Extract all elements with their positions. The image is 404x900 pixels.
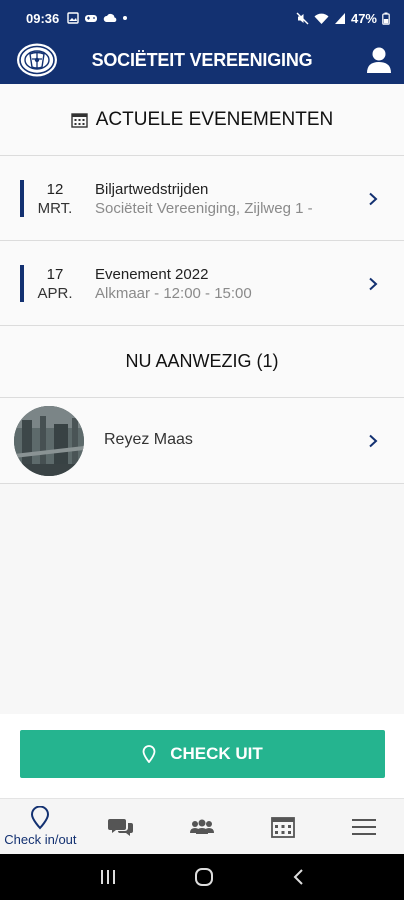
wifi-icon [314, 13, 329, 24]
tab-chat[interactable] [81, 799, 162, 854]
mute-icon [296, 12, 309, 24]
event-info: Biljartwedstrijden Sociëteit Vereeniging… [95, 180, 357, 218]
avatar [14, 406, 84, 476]
person-row[interactable]: Reyez Maas [0, 398, 404, 484]
system-nav-bar [0, 854, 404, 900]
calendar-icon [71, 112, 88, 128]
chevron-right-icon [369, 192, 378, 206]
event-name: Evenement 2022 [95, 266, 209, 283]
chevron-right-icon [369, 277, 378, 291]
event-row[interactable]: 17 APR. Evenement 2022 Alkmaar - 12:00 -… [0, 241, 404, 326]
chat-icon [108, 818, 134, 836]
tab-menu[interactable] [323, 799, 404, 854]
club-logo[interactable] [16, 42, 58, 78]
gallery-icon [67, 12, 79, 24]
location-pin-icon [31, 806, 50, 830]
signal-icon [334, 12, 345, 24]
gamepad-icon [85, 15, 98, 22]
main-content: ACTUELE EVENEMENTEN 12 MRT. Biljartwedst… [0, 84, 404, 714]
status-time: 09:36 [26, 10, 60, 26]
event-accent-bar [20, 265, 24, 302]
tab-check-in-out[interactable]: Check in/out [0, 799, 81, 854]
location-pin-icon [142, 745, 156, 763]
event-date: 17 APR. [32, 265, 78, 303]
checkout-area: CHECK UIT [0, 714, 404, 798]
profile-icon[interactable] [366, 46, 392, 74]
tab-calendar[interactable] [242, 799, 323, 854]
home-icon[interactable] [194, 867, 214, 887]
tab-members[interactable] [162, 799, 243, 854]
bottom-tab-bar: Check in/out [0, 798, 404, 854]
event-row[interactable]: 12 MRT. Biljartwedstrijden Sociëteit Ver… [0, 156, 404, 241]
app-header: SOCIËTEIT VEREENIGING [0, 36, 404, 84]
events-section-heading: ACTUELE EVENEMENTEN [0, 84, 404, 156]
events-heading-label: ACTUELE EVENEMENTEN [95, 108, 334, 130]
event-day: 12 [46, 181, 64, 198]
event-detail: Sociëteit Vereeniging, Zijlweg 1 - [95, 200, 313, 217]
members-icon [189, 819, 214, 834]
status-bar: 09:36 47% [0, 0, 404, 36]
present-section-heading: NU AANWEZIG (1) [0, 326, 404, 398]
event-name: Biljartwedstrijden [95, 181, 209, 198]
tab-label: Check in/out [4, 832, 77, 847]
recent-apps-icon[interactable] [99, 869, 117, 885]
checkout-button[interactable]: CHECK UIT [20, 730, 385, 778]
dot-icon [123, 16, 128, 20]
event-month: MRT. [37, 200, 73, 217]
status-notification-icons [67, 12, 128, 24]
person-name: Reyez Maas [104, 431, 193, 448]
menu-icon [351, 818, 376, 835]
cloud-icon [103, 13, 117, 22]
event-month: APR. [37, 285, 73, 302]
event-detail: Alkmaar - 12:00 - 15:00 [95, 285, 252, 302]
event-date: 12 MRT. [32, 180, 78, 218]
battery-percent: 47% [350, 10, 377, 26]
event-day: 17 [46, 266, 64, 283]
back-icon[interactable] [291, 868, 305, 886]
checkout-label: CHECK UIT [170, 744, 263, 763]
event-info: Evenement 2022 Alkmaar - 12:00 - 15:00 [95, 265, 357, 303]
event-accent-bar [20, 180, 24, 217]
calendar-icon [270, 816, 295, 838]
battery-icon [382, 12, 390, 25]
chevron-right-icon [369, 434, 378, 448]
page-title: SOCIËTEIT VEREENIGING [91, 49, 313, 70]
